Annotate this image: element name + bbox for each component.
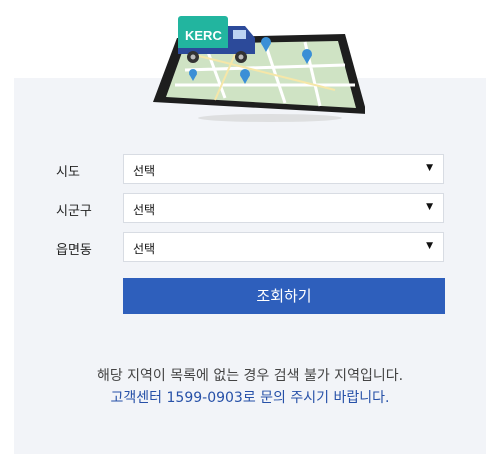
notice-customer-center: 고객센터 1599-0903로 문의 주시기 바랍니다. xyxy=(110,390,390,406)
chevron-down-icon: ▼ xyxy=(426,241,433,251)
sido-select-value: 선택 xyxy=(133,164,156,178)
eupmyeondong-select-value: 선택 xyxy=(133,242,156,256)
sigungu-label: 시군구 xyxy=(56,204,92,219)
chevron-down-icon: ▼ xyxy=(426,163,433,173)
sigungu-select-value: 선택 xyxy=(133,203,156,217)
eupmyeondong-row: 읍면동 선택 ▼ xyxy=(56,232,446,264)
eupmyeondong-select[interactable]: 선택 ▼ xyxy=(123,232,444,262)
eupmyeondong-label: 읍면동 xyxy=(56,243,92,258)
sigungu-select[interactable]: 선택 ▼ xyxy=(123,193,444,223)
sido-label: 시도 xyxy=(56,165,80,180)
tablet-map-truck-illustration: KERC xyxy=(153,16,365,122)
sigungu-row: 시군구 선택 ▼ xyxy=(56,193,446,225)
notice-unavailable-region: 해당 지역이 목록에 없는 경우 검색 불가 지역입니다. xyxy=(96,368,404,384)
sido-row: 시도 선택 ▼ xyxy=(56,154,446,186)
sido-select[interactable]: 선택 ▼ xyxy=(123,154,444,184)
chevron-down-icon: ▼ xyxy=(426,202,433,212)
search-button[interactable]: 조회하기 xyxy=(123,278,445,314)
kerc-logo-text: KERC xyxy=(185,28,222,43)
